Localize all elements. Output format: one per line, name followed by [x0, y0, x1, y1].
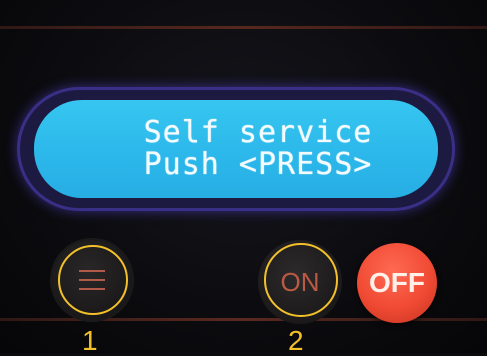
lcd-line-2: Push <PRESS>	[143, 147, 373, 182]
panel-trim-top	[0, 26, 487, 29]
annotation-marker-2: 2	[288, 325, 304, 356]
off-button[interactable]: OFF	[357, 243, 437, 323]
off-button-label: OFF	[369, 267, 425, 298]
annotation-marker-1: 1	[82, 325, 98, 356]
highlight-ring-on	[264, 243, 338, 317]
lcd-display: Self service Push <PRESS>	[34, 100, 438, 198]
highlight-ring-menu	[58, 245, 128, 315]
control-panel: Self service Push <PRESS> ON OFF 1 2	[0, 0, 487, 356]
lcd-line-1: Self service	[143, 115, 373, 150]
